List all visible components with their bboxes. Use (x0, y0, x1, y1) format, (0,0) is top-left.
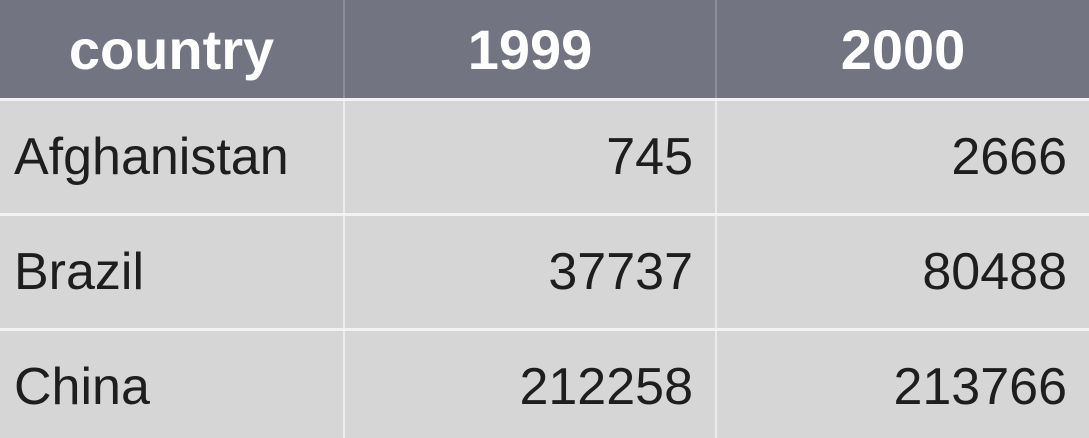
table-row: Afghanistan 745 2666 (0, 98, 1089, 215)
cell-value-2000: 213766 (716, 328, 1089, 438)
table-header: country 1999 2000 (0, 0, 1089, 100)
data-table: country 1999 2000 Afghanistan 745 2666 B… (0, 0, 1089, 438)
cell-value-1999: 37737 (344, 213, 717, 330)
cell-value-1999: 745 (344, 98, 717, 215)
column-header-country: country (0, 0, 345, 100)
cell-country: China (0, 328, 345, 438)
cell-value-2000: 80488 (716, 213, 1089, 330)
table-row: Brazil 37737 80488 (0, 213, 1089, 330)
column-header-2000: 2000 (716, 0, 1089, 100)
header-row: country 1999 2000 (0, 0, 1089, 100)
cell-value-2000: 2666 (716, 98, 1089, 215)
table-row: China 212258 213766 (0, 328, 1089, 438)
data-table-container: country 1999 2000 Afghanistan 745 2666 B… (0, 0, 1089, 438)
cell-value-1999: 212258 (344, 328, 717, 438)
cell-country: Brazil (0, 213, 345, 330)
cell-country: Afghanistan (0, 98, 345, 215)
column-header-1999: 1999 (344, 0, 717, 100)
table-body: Afghanistan 745 2666 Brazil 37737 80488 … (0, 98, 1089, 438)
